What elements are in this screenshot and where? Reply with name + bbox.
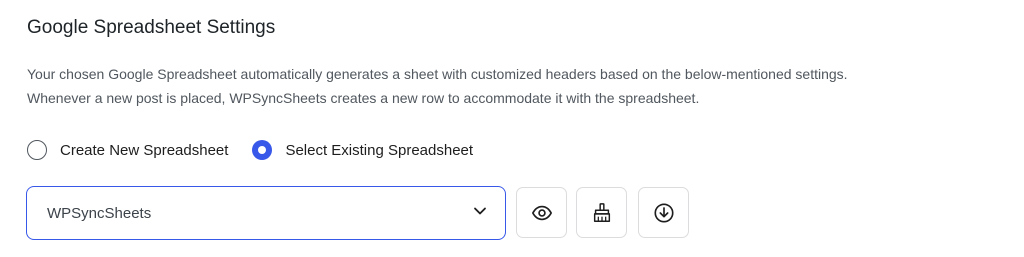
- description-line-2: Whenever a new post is placed, WPSyncShe…: [27, 90, 700, 106]
- create-new-spreadsheet-radio[interactable]: Create New Spreadsheet: [27, 140, 228, 160]
- section-title: Google Spreadsheet Settings: [27, 17, 276, 38]
- chevron-down-icon: [473, 204, 487, 222]
- select-existing-spreadsheet-radio[interactable]: Select Existing Spreadsheet: [252, 140, 473, 160]
- spreadsheet-select-value: WPSyncSheets: [47, 204, 152, 222]
- download-spreadsheet-button[interactable]: [638, 187, 689, 238]
- description-line-1: Your chosen Google Spreadsheet automatic…: [27, 66, 848, 82]
- broom-icon: [591, 202, 613, 224]
- radio-unchecked-icon[interactable]: [27, 140, 47, 160]
- select-existing-spreadsheet-label: Select Existing Spreadsheet: [285, 141, 474, 159]
- download-icon: [653, 202, 675, 224]
- section-description: Your chosen Google Spreadsheet automatic…: [27, 62, 1017, 110]
- radio-checked-icon[interactable]: [252, 140, 273, 160]
- clear-spreadsheet-button[interactable]: [576, 187, 627, 238]
- view-spreadsheet-button[interactable]: [516, 187, 567, 238]
- spreadsheet-select[interactable]: WPSyncSheets: [26, 186, 506, 240]
- eye-icon: [531, 202, 553, 224]
- spreadsheet-mode-radio-group: Create New Spreadsheet Select Existing S…: [27, 140, 473, 160]
- create-new-spreadsheet-label: Create New Spreadsheet: [60, 141, 229, 159]
